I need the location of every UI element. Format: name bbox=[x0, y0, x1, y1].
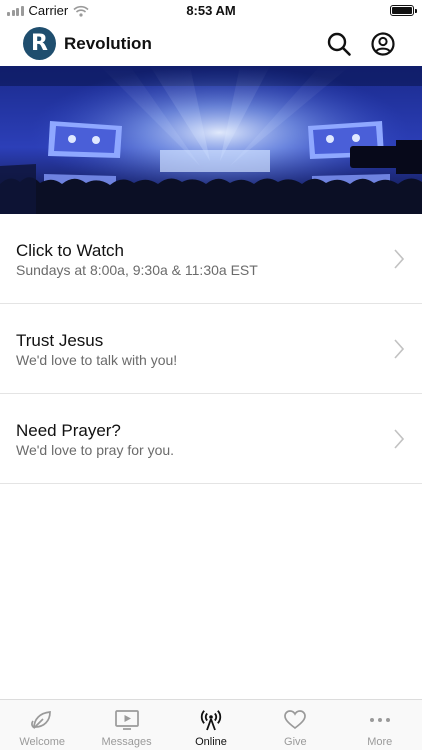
hero-image bbox=[0, 66, 422, 214]
tab-bar: Welcome Messages Online Give More bbox=[0, 699, 422, 750]
status-time: 8:53 AM bbox=[186, 3, 236, 18]
list-item-trust-jesus[interactable]: Trust Jesus We'd love to talk with you! bbox=[0, 304, 422, 394]
tab-online[interactable]: Online bbox=[169, 700, 253, 750]
logo: R bbox=[23, 27, 56, 60]
leaf-icon bbox=[31, 711, 52, 729]
list-item-subtitle: We'd love to pray for you. bbox=[16, 442, 175, 458]
tab-welcome[interactable]: Welcome bbox=[0, 700, 84, 750]
chevron-right-icon bbox=[394, 249, 404, 269]
tab-label: Give bbox=[284, 736, 307, 748]
play-screen-icon bbox=[114, 710, 139, 730]
status-bar: Carrier 8:53 AM bbox=[0, 0, 422, 22]
list-item-title: Click to Watch bbox=[16, 241, 125, 260]
list-item-subtitle: Sundays at 8:00a, 9:30a & 11:30a EST bbox=[16, 262, 258, 278]
chevron-right-icon bbox=[394, 429, 404, 449]
tab-more[interactable]: More bbox=[338, 700, 422, 750]
online-list: Click to Watch Sundays at 8:00a, 9:30a &… bbox=[0, 214, 422, 484]
app-title: Revolution bbox=[64, 34, 152, 53]
tab-give[interactable]: Give bbox=[253, 700, 337, 750]
tab-label: Welcome bbox=[19, 736, 66, 748]
more-dots-icon bbox=[369, 718, 390, 722]
list-item-title: Trust Jesus bbox=[16, 331, 104, 350]
tab-label: Messages bbox=[101, 736, 152, 748]
search-icon bbox=[327, 32, 351, 56]
app-header: R Revolution bbox=[0, 22, 422, 65]
logo-letter: R bbox=[31, 31, 48, 56]
tab-label: More bbox=[367, 736, 393, 748]
list-item-need-prayer[interactable]: Need Prayer? We'd love to pray for you. bbox=[0, 394, 422, 484]
list-item-title: Need Prayer? bbox=[16, 421, 121, 440]
list-item-click-to-watch[interactable]: Click to Watch Sundays at 8:00a, 9:30a &… bbox=[0, 214, 422, 304]
tab-label: Online bbox=[195, 736, 227, 748]
profile-icon bbox=[371, 32, 395, 56]
broadcast-icon bbox=[200, 710, 222, 731]
tab-messages[interactable]: Messages bbox=[84, 700, 168, 750]
battery-icon bbox=[390, 5, 417, 16]
search-button[interactable] bbox=[326, 31, 352, 57]
list-item-subtitle: We'd love to talk with you! bbox=[16, 352, 178, 368]
chevron-right-icon bbox=[394, 339, 404, 359]
profile-button[interactable] bbox=[370, 31, 396, 57]
heart-icon bbox=[284, 710, 307, 730]
